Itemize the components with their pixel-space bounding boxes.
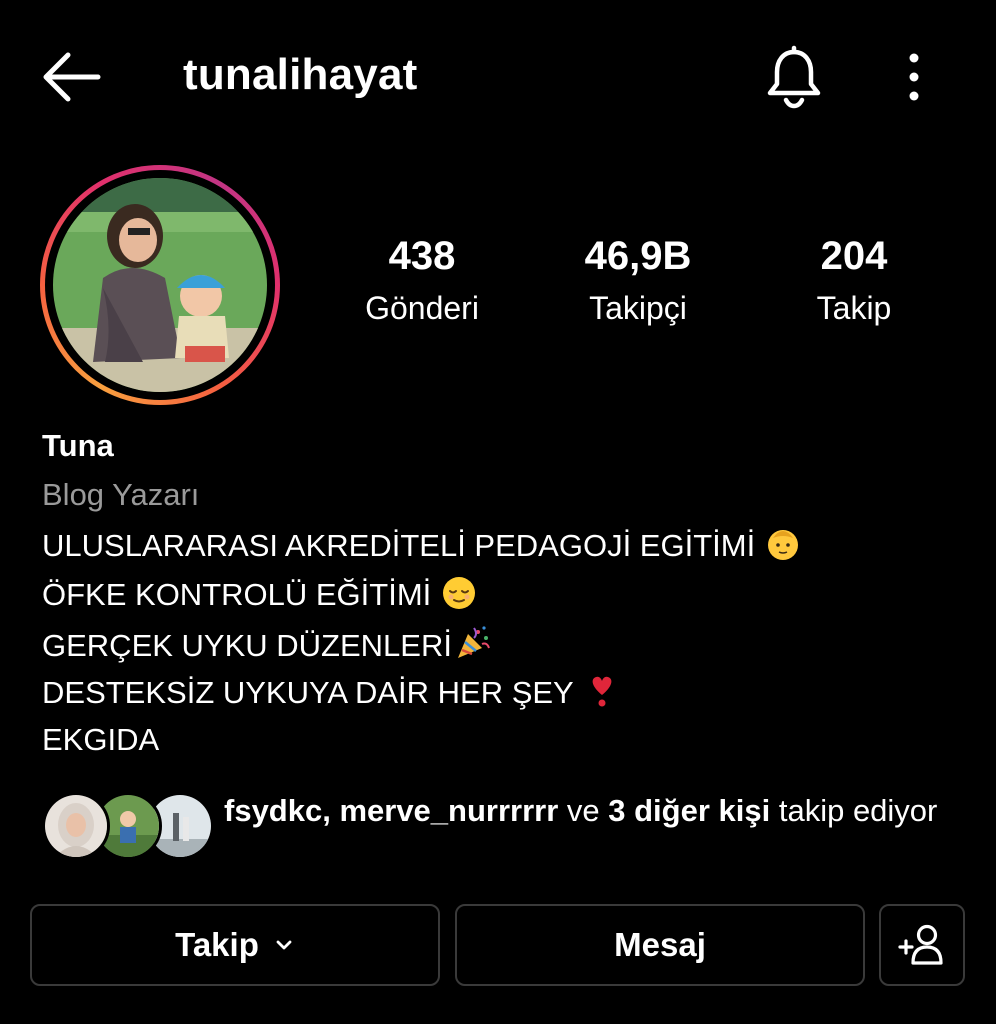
- followers-count[interactable]: 46,9B Takipçi: [558, 236, 718, 324]
- mutual-others: 3 diğer kişi: [608, 793, 771, 828]
- bio-line-text: DESTEKSİZ UYKUYA DAİR HER ŞEY: [42, 675, 574, 710]
- mutual-suffix: takip ediyor: [770, 793, 938, 828]
- mutual-followers-text[interactable]: fsydkc, merve_nurrrrrr ve 3 diğer kişi t…: [224, 788, 944, 834]
- heart-exclamation-emoji-icon: [592, 676, 612, 707]
- bell-icon: [767, 45, 821, 109]
- following-count[interactable]: 204 Takip: [774, 236, 934, 324]
- arrow-left-icon: [43, 52, 101, 102]
- mutual-connector: ve: [558, 793, 609, 828]
- chevron-down-icon: [276, 940, 292, 950]
- notifications-button[interactable]: [764, 44, 824, 110]
- posts-count-value: 438: [388, 234, 456, 278]
- party-popper-emoji-icon: [457, 626, 490, 658]
- followers-count-label: Takipçi: [589, 290, 687, 326]
- bio-line: DESTEKSİZ UYKUYA DAİR HER ŞEY: [42, 673, 620, 711]
- more-options-button[interactable]: [894, 46, 934, 108]
- following-button[interactable]: Takip: [30, 904, 440, 986]
- bio-line: ULUSLARARASI AKREDİTELİ PEDAGOJİ EGİTİMİ: [42, 526, 801, 564]
- bio-line-text: ULUSLARARASI AKREDİTELİ PEDAGOJİ EGİTİMİ: [42, 528, 756, 563]
- suggested-users-button[interactable]: [879, 904, 965, 986]
- profile-category: Blog Yazarı: [42, 477, 200, 512]
- message-button[interactable]: Mesaj: [455, 904, 865, 986]
- more-vertical-icon: [909, 53, 919, 101]
- profile-avatar: [53, 178, 267, 392]
- bio-line-text: GERÇEK UYKU DÜZENLERİ: [42, 628, 452, 663]
- following-count-value: 204: [820, 234, 888, 278]
- posts-count-label: Gönderi: [365, 290, 479, 326]
- following-button-label: Takip: [175, 926, 259, 963]
- mutual-followers-avatars[interactable]: [42, 792, 214, 862]
- followers-count-value: 46,9B: [584, 234, 692, 278]
- message-button-label: Mesaj: [614, 926, 706, 963]
- bio-line: EKGIDA: [42, 722, 160, 757]
- profile-name: Tuna: [42, 428, 114, 463]
- bio-line: GERÇEK UYKU DÜZENLERİ: [42, 624, 492, 664]
- relieved-face-emoji-icon: [443, 577, 476, 609]
- add-person-icon: [898, 924, 943, 965]
- bio-line: ÖFKE KONTROLÜ EĞİTİMİ: [42, 575, 477, 613]
- following-count-label: Takip: [816, 290, 892, 326]
- baby-emoji-icon: [768, 530, 799, 560]
- profile-page: tunalihayat 438 Gönderi 46,9B Takipçi 20…: [0, 0, 996, 1024]
- bio-line-text: ÖFKE KONTROLÜ EĞİTİMİ: [42, 577, 432, 612]
- profile-username: tunalihayat: [183, 50, 418, 99]
- avatar-photo: [53, 178, 267, 392]
- story-ring[interactable]: [40, 165, 280, 405]
- mutual-avatar: [42, 792, 110, 860]
- back-button[interactable]: [36, 46, 106, 108]
- mutual-users: fsydkc, merve_nurrrrrr: [224, 793, 559, 828]
- posts-count[interactable]: 438 Gönderi: [342, 236, 502, 324]
